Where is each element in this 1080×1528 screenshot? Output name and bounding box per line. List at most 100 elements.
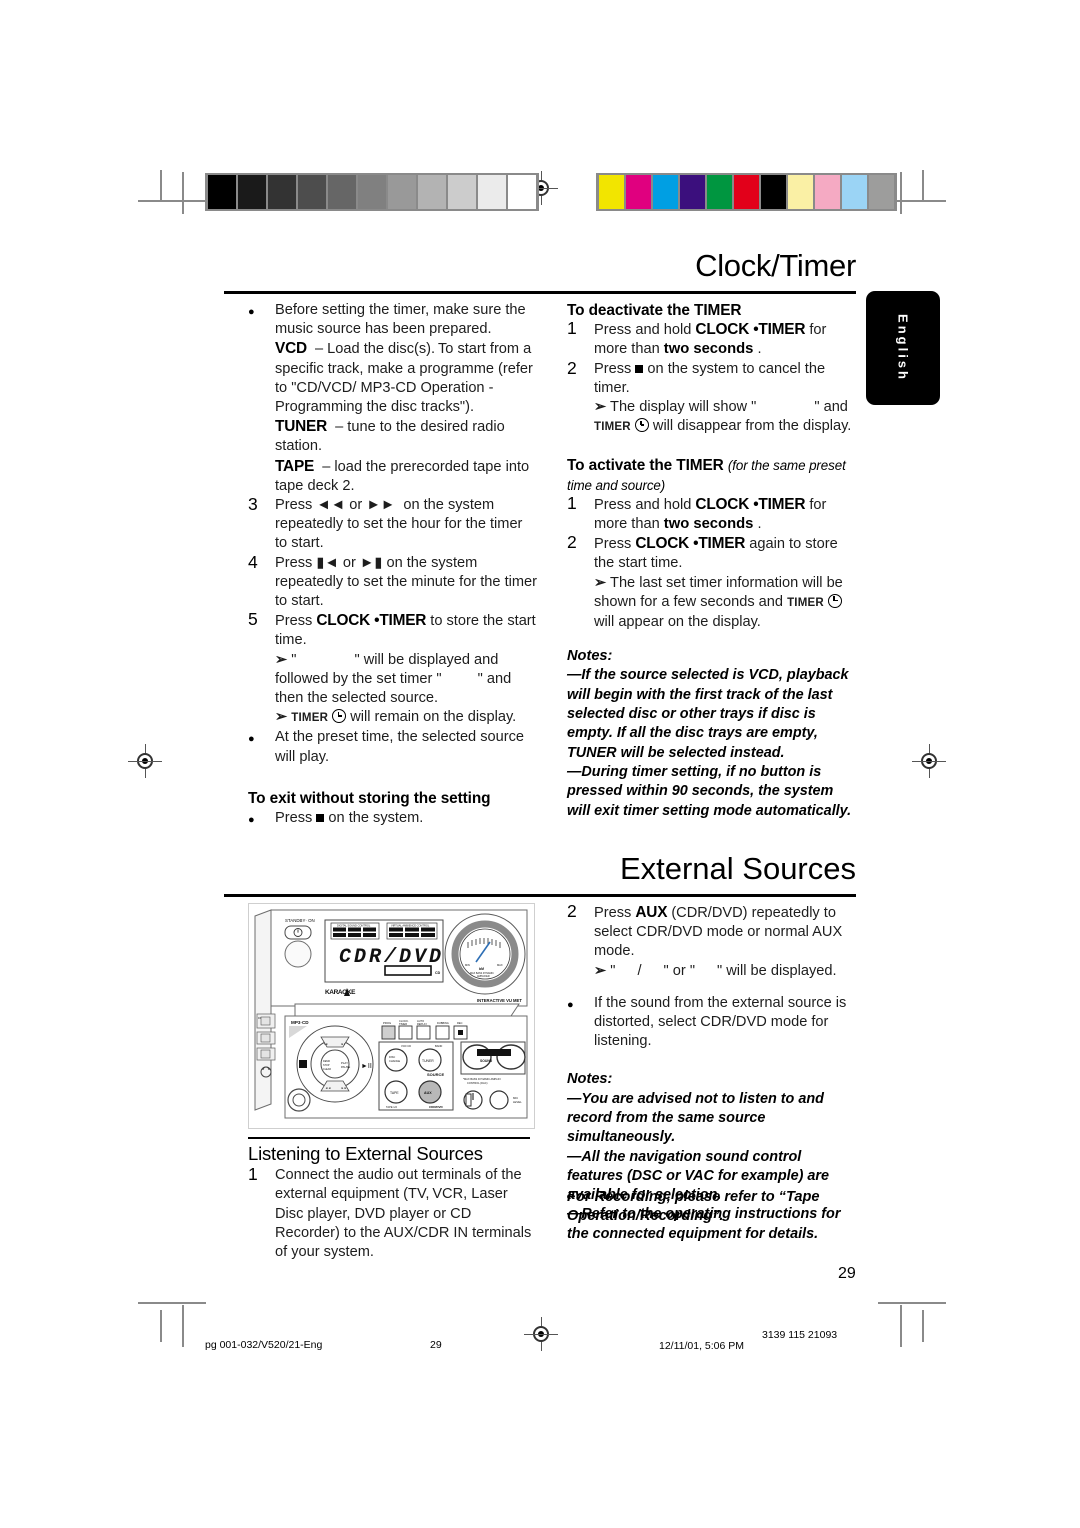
svg-text:SOURCE: SOURCE bbox=[427, 1072, 444, 1077]
footer-timestamp: 12/11/01, 5:06 PM bbox=[659, 1340, 745, 1352]
list-item: 3 Press ◄◄ or ►► on the system repeatedl… bbox=[248, 494, 523, 552]
svg-text:TIMER: TIMER bbox=[399, 1022, 407, 1026]
note-text: —If the source selected is VCD, playback… bbox=[567, 667, 849, 761]
clock-icon bbox=[332, 709, 347, 724]
svg-text:CONTROL (DAC): CONTROL (DAC) bbox=[467, 1081, 488, 1085]
activate-heading: To activate the TIMER (for the same pres… bbox=[567, 457, 846, 493]
grey-swatch-1 bbox=[238, 175, 266, 209]
list-item: ● Before setting the timer, make sure th… bbox=[248, 302, 533, 494]
list-item: 2 Press on the system to cancel the time… bbox=[567, 357, 852, 435]
footer-filename: pg 001-032/V520/21-Eng bbox=[205, 1339, 323, 1351]
colour-swatch-6 bbox=[761, 175, 786, 209]
svg-text:BAND: BAND bbox=[435, 1044, 442, 1048]
colour-swatch-7 bbox=[788, 175, 813, 209]
registration-mark-left bbox=[128, 744, 162, 778]
clock-icon bbox=[827, 593, 842, 608]
svg-text:CLEAR: CLEAR bbox=[323, 1068, 331, 1071]
step-number: 4 bbox=[248, 551, 258, 572]
greyscale-calibration-bar bbox=[205, 173, 539, 211]
list-item: ● If the sound from the external source … bbox=[567, 994, 847, 1050]
svg-text:VIRTUAL AMBIENCE CONTROL: VIRTUAL AMBIENCE CONTROL bbox=[391, 923, 430, 927]
clock-timer-right-column: To deactivate the TIMER 1 Press and hold… bbox=[567, 301, 859, 821]
notes-label: Notes: bbox=[567, 648, 613, 665]
footer-page-number: 29 bbox=[430, 1339, 442, 1351]
step-number: 1 bbox=[248, 1164, 258, 1185]
exit-heading: To exit without storing the setting bbox=[248, 789, 491, 807]
crop-mark bbox=[138, 1302, 206, 1304]
colour-swatch-3 bbox=[680, 175, 705, 209]
colour-swatch-10 bbox=[869, 175, 894, 209]
deactivate-heading: To deactivate the TIMER bbox=[567, 302, 742, 319]
subsection-title: Listening to External Sources bbox=[248, 1143, 483, 1164]
external-sources-left-column: Listening to External Sources 1 Connect … bbox=[248, 1144, 538, 1262]
svg-text:DUBBING: DUBBING bbox=[437, 1021, 449, 1025]
step-number: 2 bbox=[567, 532, 577, 553]
crop-mark bbox=[878, 1302, 946, 1304]
grey-swatch-6 bbox=[388, 175, 416, 209]
svg-text:CHANGE: CHANGE bbox=[389, 1059, 400, 1063]
svg-text:DISC: DISC bbox=[389, 1055, 395, 1059]
svg-text:PROG: PROG bbox=[383, 1021, 391, 1025]
list-item: 1 Press and hold CLOCK •TIMER for more t… bbox=[567, 318, 827, 358]
svg-text:STANDBY· ON: STANDBY· ON bbox=[285, 918, 315, 923]
svg-text:AMPLIFIER: AMPLIFIER bbox=[477, 975, 490, 978]
term-tuner: TUNER bbox=[275, 418, 328, 436]
grey-swatch-5 bbox=[358, 175, 386, 209]
crop-mark bbox=[182, 1305, 184, 1347]
colour-swatch-8 bbox=[815, 175, 840, 209]
svg-text:LEVEL: LEVEL bbox=[513, 1100, 522, 1104]
step-number: 2 bbox=[567, 901, 577, 921]
crop-mark bbox=[182, 172, 184, 214]
term-clock-timer: CLOCK •TIMER bbox=[316, 612, 427, 630]
svg-text:STOP: STOP bbox=[323, 1064, 330, 1067]
stop-icon bbox=[635, 364, 644, 373]
colour-calibration-bar bbox=[596, 173, 897, 211]
list-item: 2 Press CLOCK •TIMER again to store the … bbox=[567, 532, 843, 631]
grey-swatch-2 bbox=[268, 175, 296, 209]
colour-swatch-1 bbox=[626, 175, 651, 209]
list-item: 5 Press CLOCK •TIMER to store the start … bbox=[248, 609, 536, 726]
term-vcd: VCD bbox=[275, 340, 307, 358]
svg-text:DEMO: DEMO bbox=[323, 1060, 330, 1063]
note-text: —You are advised not to listen to and re… bbox=[567, 1090, 824, 1146]
grey-swatch-10 bbox=[508, 175, 536, 209]
term-tape: TAPE bbox=[275, 457, 315, 475]
svg-text:►I: ►I bbox=[341, 1042, 345, 1046]
clock-icon bbox=[634, 418, 649, 433]
footer-document-code: 3139 115 21093 bbox=[762, 1329, 838, 1341]
registration-mark-right bbox=[912, 744, 946, 778]
term-clock-timer: CLOCK •TIMER bbox=[695, 321, 806, 339]
section-title-external-sources: External Sources bbox=[619, 851, 856, 886]
colour-swatch-0 bbox=[599, 175, 624, 209]
grey-swatch-9 bbox=[478, 175, 506, 209]
clock-timer-notes: Notes: —If the source selected is VCD, p… bbox=[567, 647, 859, 821]
page-title: Clock/Timer bbox=[695, 248, 856, 283]
step-number: 1 bbox=[567, 318, 577, 339]
result-arrow-icon: ➢ bbox=[275, 651, 288, 668]
crop-mark bbox=[160, 1310, 162, 1342]
manual-page: Clock/Timer English ● Before setting the… bbox=[0, 0, 1080, 1528]
svg-text:PAUSE: PAUSE bbox=[341, 1065, 350, 1069]
svg-text:DIGITAL SOUND CONTROL: DIGITAL SOUND CONTROL bbox=[337, 923, 371, 927]
svg-text:SOUND: SOUND bbox=[480, 1059, 493, 1063]
svg-text:*MAX BASS DYNAMIC AMPLIFI: *MAX BASS DYNAMIC AMPLIFI bbox=[463, 1077, 501, 1081]
svg-text:CDR/DVD: CDR/DVD bbox=[429, 1105, 444, 1109]
product-photo: STANDBY· ON DIGITAL SOUND CONTROL VIRTUA… bbox=[248, 903, 535, 1129]
crop-mark bbox=[138, 200, 206, 202]
colour-swatch-5 bbox=[734, 175, 759, 209]
list-item: 1 Press and hold CLOCK •TIMER for more t… bbox=[567, 492, 827, 533]
stop-icon bbox=[316, 814, 325, 823]
list-item: 4 Press ▮◄ or ►▮ on the system repeatedl… bbox=[248, 551, 538, 610]
svg-text:AUX: AUX bbox=[424, 1091, 432, 1095]
svg-text:MP3·CD: MP3·CD bbox=[291, 1020, 309, 1025]
language-tab: English bbox=[866, 291, 940, 405]
grey-swatch-0 bbox=[208, 175, 236, 209]
svg-text:TAPE: TAPE bbox=[390, 1091, 399, 1095]
result-arrow-icon: ➢ bbox=[275, 709, 288, 726]
bullet-marker: ● bbox=[248, 306, 255, 318]
section-rule bbox=[224, 894, 856, 897]
grey-swatch-8 bbox=[448, 175, 476, 209]
grey-swatch-7 bbox=[418, 175, 446, 209]
svg-text:TAPE 1/2: TAPE 1/2 bbox=[386, 1105, 397, 1109]
crop-mark bbox=[160, 170, 162, 202]
